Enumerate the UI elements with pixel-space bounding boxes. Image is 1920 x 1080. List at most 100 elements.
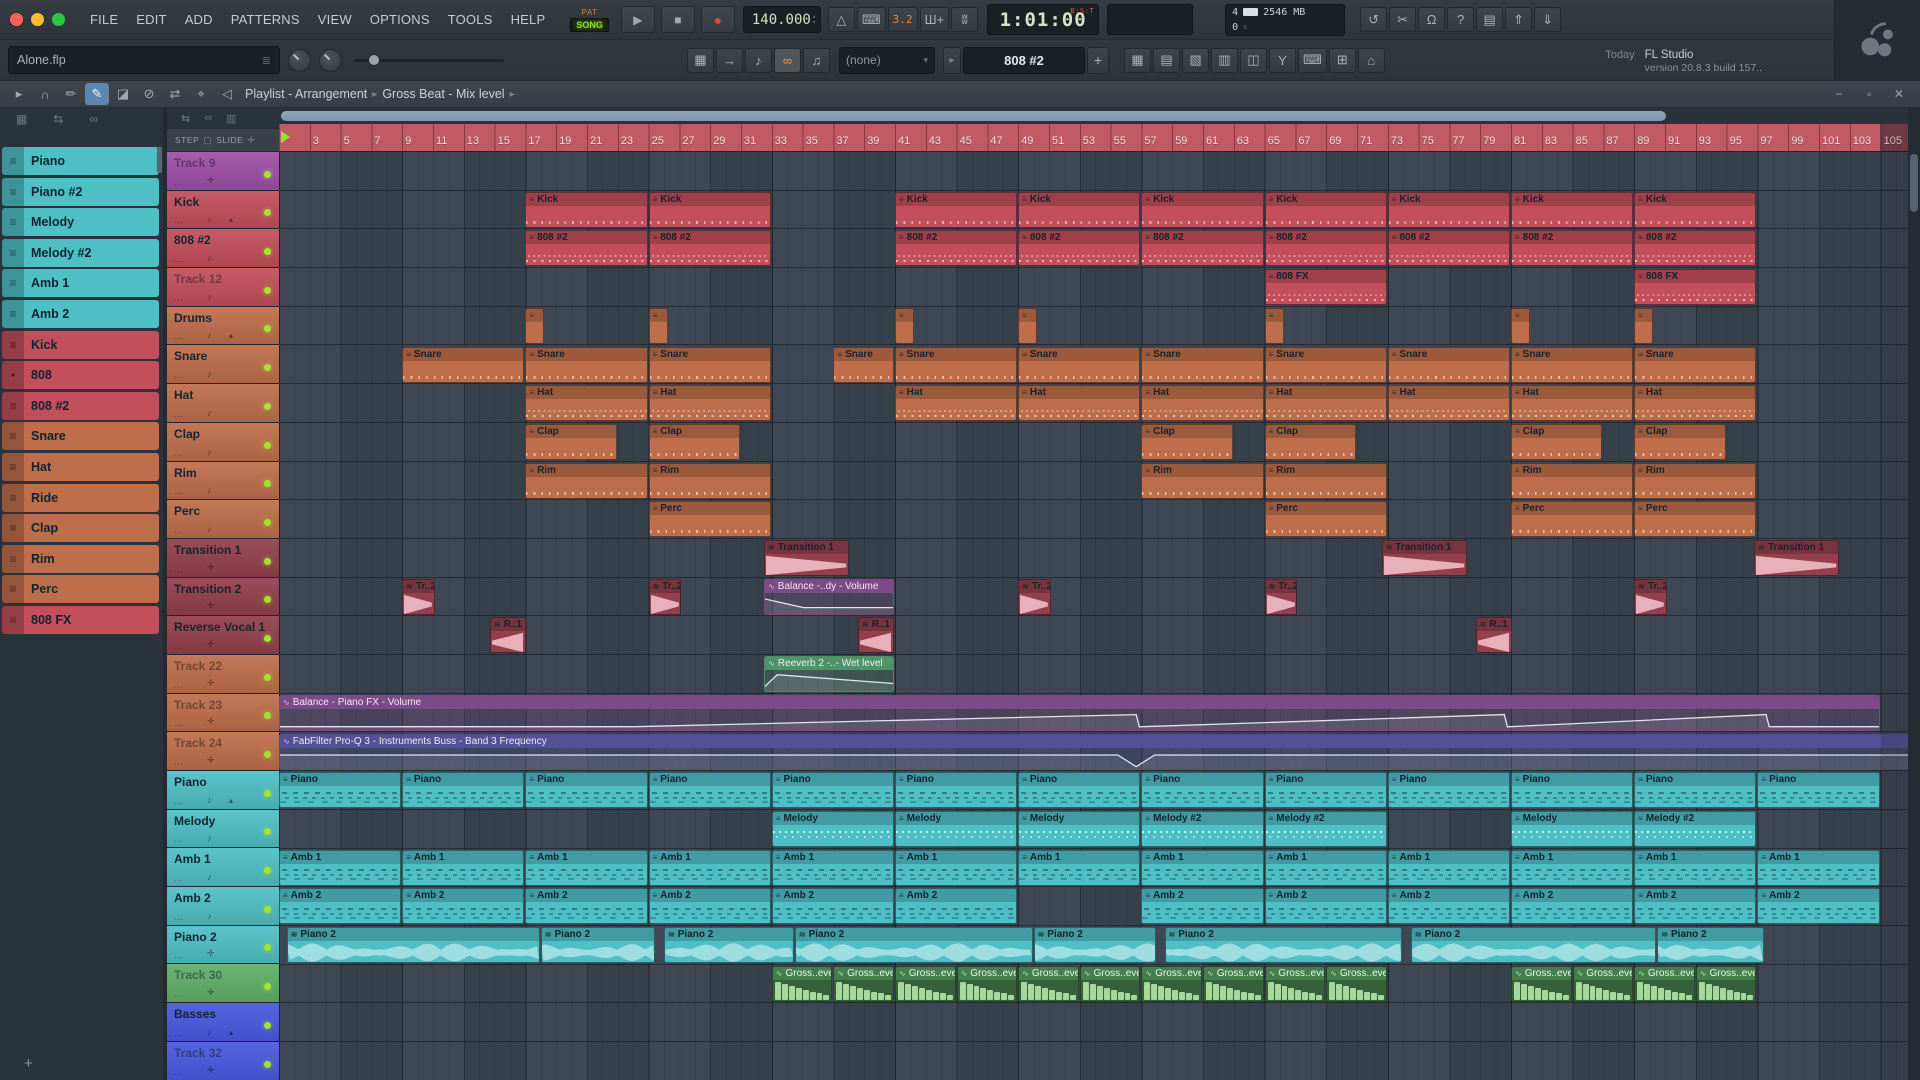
- pattern-clip-hat[interactable]: ≡ Hat: [1264, 385, 1387, 422]
- track-led[interactable]: [264, 441, 271, 449]
- audio-clip-piano-2[interactable]: ≋ Piano 2: [794, 927, 1033, 963]
- pattern-clip-snare[interactable]: ≡ Snare: [1141, 346, 1264, 383]
- tempo-display[interactable]: 140.000 ▴ ▾: [742, 6, 821, 33]
- track-header-melody[interactable]: Melody … ♪: [167, 809, 279, 849]
- lane-snare[interactable]: ≡ Snare ≡ Snare ≡ Snare ≡ Snare ≡ Snare ≡ Snare ≡ Sna…: [279, 345, 1908, 385]
- audio-clip-piano-2[interactable]: ≋ Piano 2: [1033, 927, 1156, 963]
- pattern-clip-amb-2[interactable]: ≡ Amb 2: [1757, 888, 1880, 925]
- lane-track-23[interactable]: ∿ Balance - Piano FX - Volume: [279, 693, 1908, 733]
- pattern-clip-snare[interactable]: ≡ Snare: [895, 346, 1018, 383]
- overdub-icon[interactable]: Ш+: [919, 7, 950, 32]
- track-header-track-24[interactable]: Track 24 … ✛: [167, 732, 279, 771]
- pattern-clip-snare[interactable]: ≡ Snare: [402, 346, 525, 383]
- collapse-group-icon[interactable]: ▴: [229, 215, 233, 224]
- playlist-panel-icon[interactable]: ▦: [1124, 47, 1151, 73]
- trackpanel-swap-icon[interactable]: ⇆: [181, 112, 190, 125]
- lane-transition-1[interactable]: ≋ Transition 1 ≋ Transition 1 ≋ Transition 1: [279, 539, 1908, 578]
- menu-view[interactable]: VIEW: [309, 0, 361, 40]
- magnet-icon[interactable]: ∩: [33, 83, 57, 105]
- preview-icon[interactable]: ◁: [215, 83, 239, 105]
- audio-clip-r-1[interactable]: ≋ R..1: [858, 617, 894, 654]
- pattern-clip-808-2[interactable]: ≡ 808 #2: [1387, 230, 1510, 267]
- pattern-clip-amb-2[interactable]: ≡ Amb 2: [648, 888, 771, 925]
- track-led[interactable]: [264, 557, 271, 565]
- picker-item-ride[interactable]: ≡ Ride: [2, 483, 159, 512]
- pattern-clip[interactable]: ≡: [1264, 307, 1284, 344]
- picker-item-808-fx[interactable]: ≡ 808 FX: [2, 605, 159, 634]
- pattern-clip-piano[interactable]: ≡ Piano: [1018, 772, 1141, 809]
- track-led[interactable]: [264, 867, 271, 875]
- pattern-clip-snare[interactable]: ≡ Snare: [1018, 346, 1141, 383]
- picker-item-snare[interactable]: ≡ Snare: [2, 422, 159, 451]
- master-pitch-knob[interactable]: [319, 48, 342, 72]
- pattern-clip-piano[interactable]: ≡ Piano: [771, 772, 894, 809]
- track-header-drums[interactable]: Drums … ♪ ▴: [167, 306, 279, 346]
- picker-view-icon[interactable]: ▦: [16, 112, 27, 126]
- track-led[interactable]: [264, 286, 271, 294]
- mixer-panel-icon[interactable]: ▥: [1211, 47, 1238, 73]
- pattern-clip-perc[interactable]: ≡ Perc: [1511, 501, 1634, 538]
- paint-icon[interactable]: ✎: [85, 83, 109, 105]
- picker-item-perc[interactable]: ≡ Perc: [2, 575, 159, 604]
- pattern-clip-kick[interactable]: ≡ Kick: [1511, 191, 1634, 228]
- pattern-clip-perc[interactable]: ≡ Perc: [1634, 501, 1757, 538]
- track-led[interactable]: [264, 944, 271, 952]
- pattern-clip-snare[interactable]: ≡ Snare: [1634, 346, 1757, 383]
- pattern-clip-snare[interactable]: ≡ Snare: [525, 346, 648, 383]
- pattern-clip[interactable]: ≡: [648, 307, 668, 344]
- pattern-clip-808-2[interactable]: ≡ 808 #2: [1018, 230, 1141, 267]
- track-led[interactable]: [264, 751, 271, 758]
- metronome-icon[interactable]: △: [827, 7, 855, 32]
- pattern-clip-amb-1[interactable]: ≡ Amb 1: [1264, 849, 1387, 886]
- pattern-clip-kick[interactable]: ≡ Kick: [895, 191, 1018, 228]
- track-header-piano-2[interactable]: Piano 2 … ✛: [167, 925, 279, 965]
- menu-arrow-icon[interactable]: ▸: [7, 83, 31, 105]
- track-header-transition-1[interactable]: Transition 1 … ✛: [167, 538, 279, 578]
- play-button[interactable]: ▶: [620, 6, 655, 33]
- lane-track-32[interactable]: [279, 1042, 1908, 1080]
- typing-piano-icon[interactable]: ⌨: [856, 7, 886, 32]
- automation-clip-gross-evel[interactable]: ∿ Gross..evel: [1511, 965, 1572, 1002]
- pattern-clip-amb-2[interactable]: ≡ Amb 2: [1141, 888, 1264, 925]
- pattern-clip-808-2[interactable]: ≡ 808 #2: [1141, 230, 1264, 267]
- horizontal-scrollbar[interactable]: [279, 108, 1908, 124]
- touch-keyboard-icon[interactable]: ⌨: [1298, 47, 1327, 73]
- audio-clip-tr-2[interactable]: ≋ Tr..2: [402, 578, 436, 615]
- picker-scrollbar[interactable]: [157, 147, 162, 173]
- audio-clip-r-1[interactable]: ≋ R..1: [1475, 617, 1512, 654]
- pattern-clip-amb-1[interactable]: ≡ Amb 1: [1757, 849, 1880, 886]
- vertical-scrollbar[interactable]: [1908, 108, 1920, 1080]
- bell-icon[interactable]: ♫: [803, 47, 830, 73]
- automation-clip-balance-piano-fx-volume[interactable]: ∿ Balance - Piano FX - Volume: [279, 694, 1880, 731]
- render-icon[interactable]: ⇓: [1534, 7, 1562, 32]
- automation-clip-gross-evel[interactable]: ∿ Gross..evel: [1141, 965, 1202, 1002]
- picker-item-amb-2[interactable]: ≡ Amb 2: [2, 299, 159, 328]
- automation-clip-gross-evel[interactable]: ∿ Gross..evel: [1079, 965, 1141, 1002]
- pattern-clip-piano[interactable]: ≡ Piano: [402, 772, 525, 809]
- automation-clip-gross-evel[interactable]: ∿ Gross..evel: [771, 965, 833, 1002]
- add-picker-item-button[interactable]: +: [24, 1055, 33, 1072]
- track-led[interactable]: [264, 209, 271, 217]
- pattern-clip-amb-2[interactable]: ≡ Amb 2: [771, 888, 894, 925]
- pattern-clip-amb-2[interactable]: ≡ Amb 2: [895, 888, 1018, 925]
- time-display[interactable]: 1:01:00 B:S:T: [987, 4, 1100, 35]
- pattern-clip-rim[interactable]: ≡ Rim: [1264, 462, 1387, 499]
- lane-track-12[interactable]: ≡ 808 FX ≡ 808 FX: [279, 268, 1908, 307]
- pattern-clip-amb-1[interactable]: ≡ Amb 1: [1511, 849, 1634, 886]
- minimize-window-button[interactable]: [31, 13, 44, 26]
- automation-clip-gross-evel[interactable]: ∿ Gross..evel: [1264, 965, 1326, 1002]
- pattern-clip-hat[interactable]: ≡ Hat: [895, 385, 1018, 422]
- vertical-scrollbar-thumb[interactable]: [1910, 154, 1918, 212]
- lane-melody[interactable]: ≡ Melody ≡ Melody ≡ Melody ≡ Melody #2 ≡ Melody #…: [279, 809, 1908, 849]
- lane-basses[interactable]: [279, 1003, 1908, 1043]
- pattern-clip-hat[interactable]: ≡ Hat: [525, 385, 648, 422]
- lane-track-24[interactable]: ∿ FabFilter Pro-Q 3 - Instruments Buss - …: [279, 732, 1908, 772]
- track-led[interactable]: [264, 828, 271, 836]
- slide-badge-icon[interactable]: ✛: [247, 135, 255, 146]
- picker-item-piano-2[interactable]: ≡ Piano #2: [2, 177, 159, 206]
- pattern-clip[interactable]: ≡: [525, 307, 545, 344]
- playlist-grid[interactable]: 3 5 7 9 11 13 15 17 19 21 23 25 27 29 31 33 35 37 39 41 43 45…: [279, 108, 1908, 1080]
- pattern-clip-melody[interactable]: ≡ Melody: [1511, 810, 1634, 847]
- trackpanel-mixer-icon[interactable]: ▥: [226, 112, 236, 125]
- grid-icon[interactable]: ▦: [687, 47, 714, 73]
